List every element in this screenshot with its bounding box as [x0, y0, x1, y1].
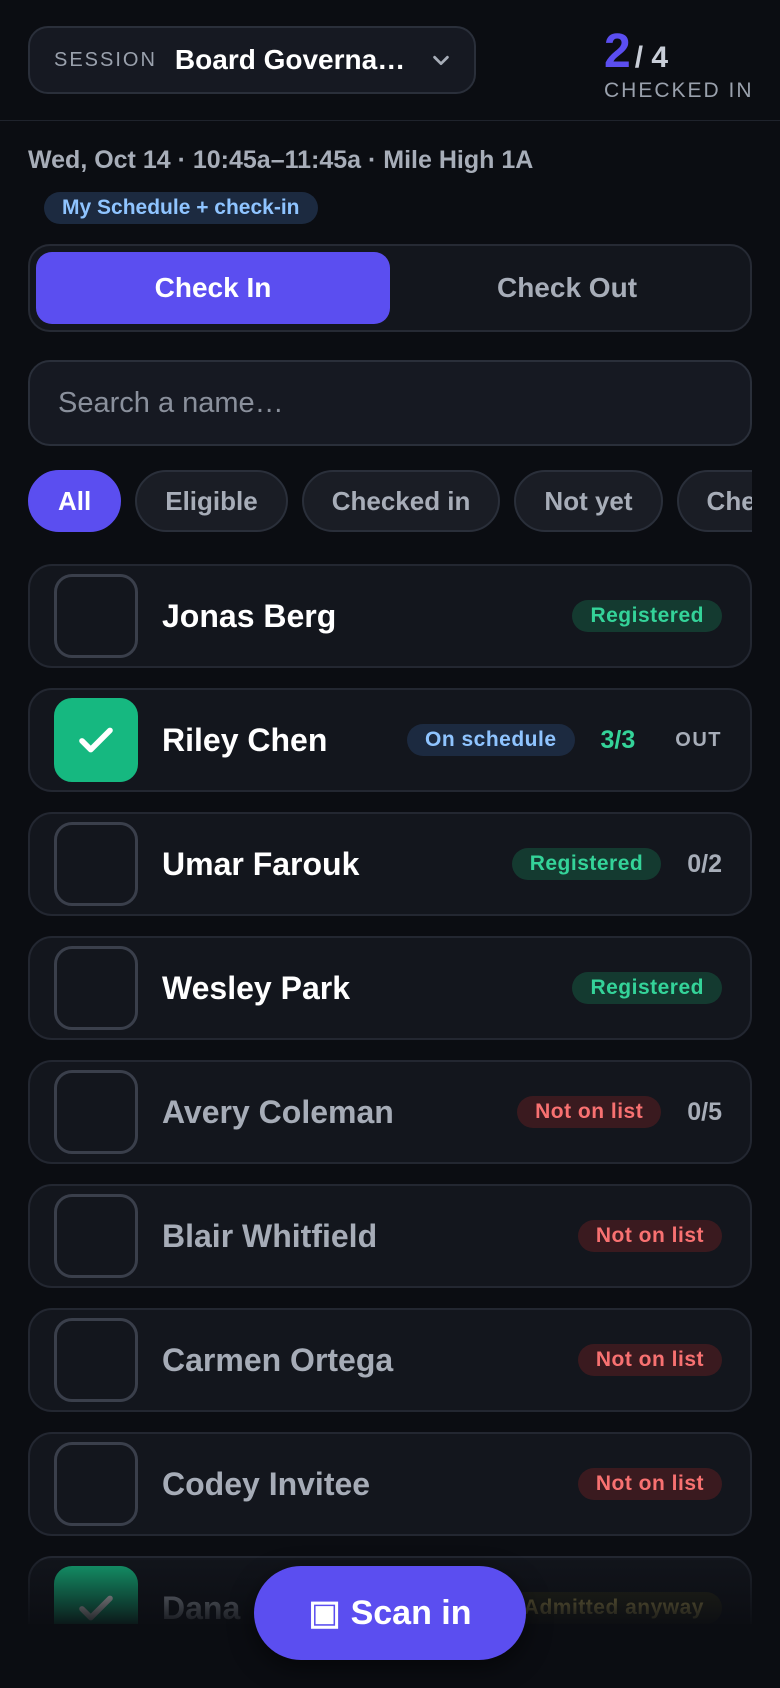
status-badge: On schedule: [406, 724, 575, 756]
status-badge: Not on list: [577, 1220, 722, 1252]
attendee-row[interactable]: Codey Invitee Not on list: [28, 1432, 752, 1536]
status-badge: Not on list: [517, 1096, 662, 1128]
session-meta: Wed, Oct 14 · 10:45a–11:45a · Mile High …: [28, 146, 534, 174]
session-count: 0/2: [687, 849, 722, 878]
session-select[interactable]: SESSION Board Governa…: [28, 26, 476, 94]
attendee-checkbox[interactable]: [54, 1566, 138, 1624]
mode-toggle: Check In Check Out: [28, 244, 752, 332]
header: SESSION Board Governa… 2/ 4 CHECKED IN: [0, 0, 780, 121]
filter-chip-eligible[interactable]: Eligible: [135, 470, 288, 532]
attendee-name: Jonas Berg: [162, 597, 337, 634]
attendee-row[interactable]: Wesley Park Registered: [28, 936, 752, 1040]
attendee-row[interactable]: Carmen Ortega Not on list: [28, 1308, 752, 1412]
chevron-down-icon: [433, 55, 449, 66]
status-badge: Registered: [572, 600, 722, 632]
status-badge: Registered: [572, 972, 722, 1004]
check-out-button[interactable]: OUT: [675, 729, 722, 752]
scan-in-label: Scan in: [350, 1593, 472, 1632]
check-icon: [79, 1595, 113, 1621]
attendee-row[interactable]: Blair Whitfield Not on list: [28, 1184, 752, 1288]
status-badge: Registered: [511, 848, 662, 880]
attendee-checkbox[interactable]: [54, 698, 138, 782]
checked-in-total: / 4: [634, 41, 669, 74]
attendee-row[interactable]: Jonas Berg Registered: [28, 564, 752, 668]
session-count: 3/3: [600, 725, 636, 754]
attendee-row[interactable]: Umar Farouk Registered 0/2: [28, 812, 752, 916]
checked-in-count: 2: [604, 25, 631, 78]
attendee-checkbox[interactable]: [54, 1070, 138, 1154]
status-badge: Not on list: [577, 1468, 722, 1500]
session-label: SESSION: [54, 48, 157, 71]
attendee-list: Jonas Berg Registered Riley Chen On schedul…: [28, 564, 752, 1624]
attendee-checkbox[interactable]: [54, 1194, 138, 1278]
search-input[interactable]: [28, 360, 752, 446]
attendee-name: Wesley Park: [162, 969, 350, 1006]
status-badge: Admitted anyway: [505, 1592, 722, 1624]
attendee-checkbox[interactable]: [54, 822, 138, 906]
checked-in-counter: 2/ 4 CHECKED IN: [604, 24, 754, 103]
session-count: 0/5: [687, 1097, 722, 1126]
session-name: Board Governa…: [174, 44, 406, 75]
filter-chip-checked-out[interactable]: Checked out: [676, 470, 752, 532]
attendee-name: Umar Farouk: [162, 845, 360, 882]
tab-check-out[interactable]: Check Out: [390, 252, 744, 324]
scan-in-button[interactable]: ▣ Scan in: [254, 1566, 526, 1660]
checked-in-caption: CHECKED IN: [604, 79, 754, 102]
filter-chip-checked-in[interactable]: Checked in: [301, 470, 501, 532]
attendee-name: Blair Whitfield: [162, 1217, 378, 1254]
attendee-name: Riley Chen: [162, 721, 328, 758]
attendee-row[interactable]: Riley Chen On schedule 3/3 OUT: [28, 688, 752, 792]
tab-check-in[interactable]: Check In: [36, 252, 390, 324]
filter-chip-not-yet[interactable]: Not yet: [514, 470, 663, 532]
attendee-name: Codey Invitee: [162, 1465, 371, 1502]
attendee-checkbox[interactable]: [54, 1442, 138, 1526]
schedule-tag: My Schedule + check-in: [44, 192, 318, 224]
attendee-row[interactable]: Avery Coleman Not on list 0/5: [28, 1060, 752, 1164]
attendee-checkbox[interactable]: [54, 574, 138, 658]
attendee-name: Carmen Ortega: [162, 1341, 394, 1378]
attendee-checkbox[interactable]: [54, 1318, 138, 1402]
filter-chip-all[interactable]: All: [28, 470, 122, 532]
status-badge: Not on list: [577, 1344, 722, 1376]
attendee-name: Avery Coleman: [162, 1093, 394, 1130]
filter-chips: AllEligibleChecked inNot yetChecked out: [28, 470, 752, 532]
scan-square-icon: ▣: [308, 1594, 341, 1632]
attendee-checkbox[interactable]: [54, 946, 138, 1030]
check-icon: [79, 727, 113, 753]
